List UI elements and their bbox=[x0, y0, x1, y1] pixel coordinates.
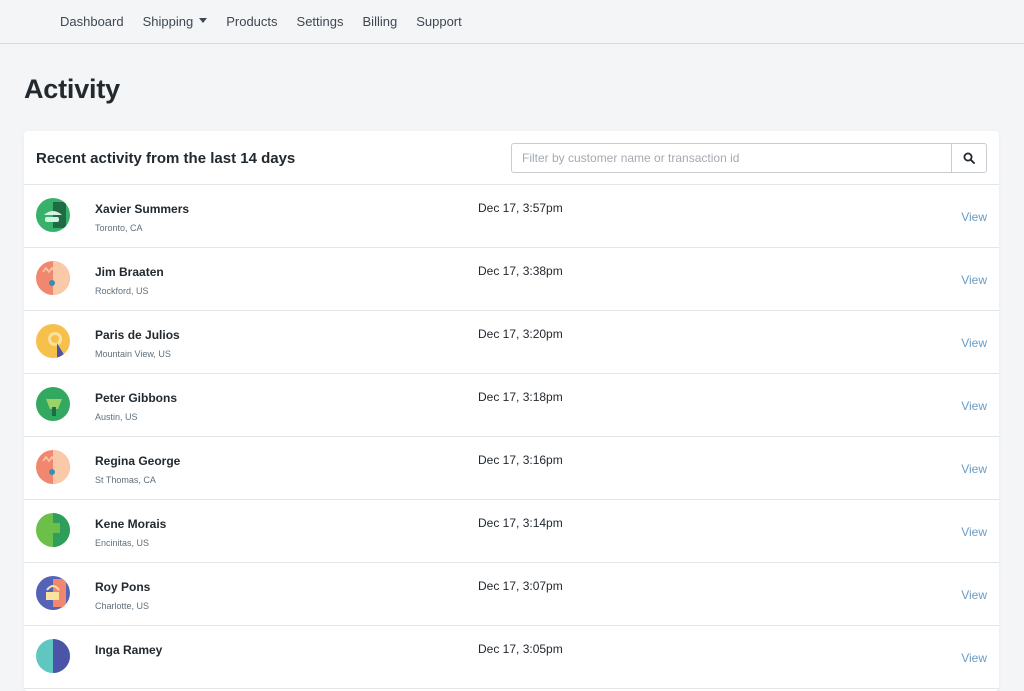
nav-item-label: Products bbox=[226, 14, 278, 29]
avatar bbox=[36, 198, 70, 232]
customer-name: Xavier Summers bbox=[95, 202, 190, 216]
search-input[interactable] bbox=[511, 143, 951, 173]
activity-timestamp: Dec 17, 3:16pm bbox=[478, 453, 563, 467]
avatar bbox=[36, 513, 70, 547]
nav-item-label: Support bbox=[416, 14, 462, 29]
customer-location: Toronto, CA bbox=[95, 223, 143, 233]
customer-name: Inga Ramey bbox=[95, 643, 163, 657]
avatar bbox=[36, 387, 70, 421]
activity-timestamp: Dec 17, 3:20pm bbox=[478, 327, 563, 341]
view-link[interactable]: View bbox=[961, 651, 987, 665]
activity-timestamp: Dec 17, 3:18pm bbox=[478, 390, 563, 404]
view-link[interactable]: View bbox=[961, 525, 987, 539]
activity-list: Xavier Summers Toronto, CA Dec 17, 3:57p… bbox=[24, 185, 999, 689]
avatar bbox=[36, 450, 70, 484]
nav-item-label: Settings bbox=[296, 14, 344, 29]
activity-timestamp: Dec 17, 3:05pm bbox=[478, 642, 563, 656]
activity-card-header: Recent activity from the last 14 days bbox=[24, 131, 999, 185]
nav-item-settings[interactable]: Settings bbox=[297, 14, 344, 29]
activity-row: Jim Braaten Rockford, US Dec 17, 3:38pm … bbox=[24, 248, 999, 311]
view-link[interactable]: View bbox=[961, 462, 987, 476]
avatar bbox=[36, 324, 70, 358]
nav-item-products[interactable]: Products bbox=[226, 14, 277, 29]
view-link[interactable]: View bbox=[961, 210, 987, 224]
activity-row: Xavier Summers Toronto, CA Dec 17, 3:57p… bbox=[24, 185, 999, 248]
activity-timestamp: Dec 17, 3:57pm bbox=[478, 201, 563, 215]
customer-location: Austin, US bbox=[95, 412, 138, 422]
top-navigation: Dashboard Shipping Products Settings Billing… bbox=[0, 0, 1024, 44]
activity-card: Recent activity from the last 14 days Xa… bbox=[24, 131, 999, 691]
search-button[interactable] bbox=[951, 143, 987, 173]
nav-item-label: Shipping bbox=[142, 14, 194, 29]
activity-row: Regina George St Thomas, CA Dec 17, 3:16… bbox=[24, 437, 999, 500]
customer-location: Mountain View, US bbox=[95, 349, 171, 359]
customer-name: Regina George bbox=[95, 454, 181, 468]
activity-heading: Recent activity from the last 14 days bbox=[36, 150, 296, 167]
activity-row: Paris de Julios Mountain View, US Dec 17… bbox=[24, 311, 999, 374]
customer-location: Rockford, US bbox=[95, 286, 149, 296]
view-link[interactable]: View bbox=[961, 399, 987, 413]
avatar bbox=[36, 639, 70, 673]
customer-name: Roy Pons bbox=[95, 580, 151, 594]
activity-row: Kene Morais Encinitas, US Dec 17, 3:14pm… bbox=[24, 500, 999, 563]
nav-item-dashboard[interactable]: Dashboard bbox=[60, 14, 124, 29]
activity-row: Roy Pons Charlotte, US Dec 17, 3:07pm Vi… bbox=[24, 563, 999, 626]
view-link[interactable]: View bbox=[961, 336, 987, 350]
search-bar bbox=[511, 143, 987, 173]
activity-row: Inga Ramey Dec 17, 3:05pm View bbox=[24, 626, 999, 689]
search-icon bbox=[963, 152, 975, 164]
nav-item-support[interactable]: Support bbox=[416, 14, 462, 29]
customer-name: Jim Braaten bbox=[95, 265, 164, 279]
activity-timestamp: Dec 17, 3:38pm bbox=[478, 264, 563, 278]
activity-timestamp: Dec 17, 3:14pm bbox=[478, 516, 563, 530]
nav-item-label: Billing bbox=[362, 14, 398, 29]
customer-name: Paris de Julios bbox=[95, 328, 180, 342]
nav-item-shipping[interactable]: Shipping bbox=[143, 14, 208, 29]
activity-row: Peter Gibbons Austin, US Dec 17, 3:18pm … bbox=[24, 374, 999, 437]
customer-location: Encinitas, US bbox=[95, 538, 150, 548]
page-title: Activity bbox=[24, 74, 120, 104]
nav-item-billing[interactable]: Billing bbox=[363, 14, 398, 29]
activity-timestamp: Dec 17, 3:07pm bbox=[478, 579, 563, 593]
view-link[interactable]: View bbox=[961, 273, 987, 287]
view-link[interactable]: View bbox=[961, 588, 987, 602]
avatar bbox=[36, 261, 70, 295]
customer-name: Kene Morais bbox=[95, 517, 167, 531]
caret-down-icon bbox=[199, 18, 208, 23]
customer-location: St Thomas, CA bbox=[95, 475, 156, 485]
nav-item-label: Dashboard bbox=[60, 14, 124, 29]
customer-location: Charlotte, US bbox=[95, 601, 150, 611]
customer-name: Peter Gibbons bbox=[95, 391, 178, 405]
avatar bbox=[36, 576, 70, 610]
